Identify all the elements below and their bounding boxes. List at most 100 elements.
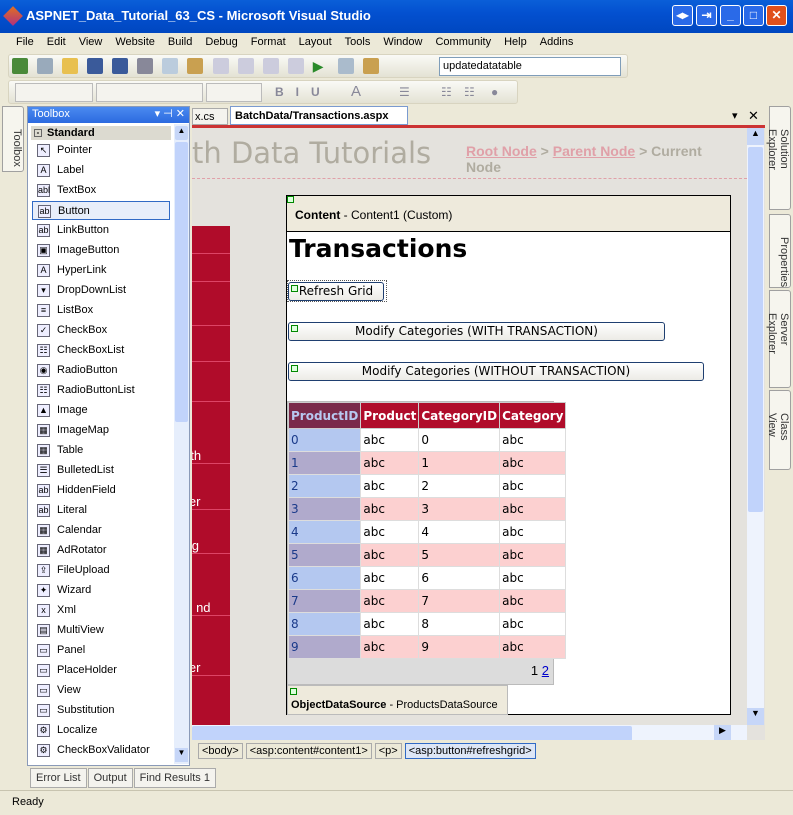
- toolbox-item-textbox[interactable]: abl TextBox: [32, 181, 170, 200]
- toolbox-item-fileupload[interactable]: ⇪ FileUpload: [32, 561, 170, 580]
- menu-debug[interactable]: Debug: [205, 36, 237, 48]
- right-tab-properties[interactable]: Properties: [769, 214, 791, 288]
- toolbox-item-xml[interactable]: x Xml: [32, 601, 170, 620]
- toolbox-controls[interactable]: ▾ ⊣ ✕: [155, 107, 185, 120]
- hyperlink-icon[interactable]: ●: [491, 85, 498, 99]
- undo-icon[interactable]: [212, 58, 229, 74]
- close-button[interactable]: ✕: [766, 5, 787, 26]
- toolbox-item-literal[interactable]: ab Literal: [32, 501, 170, 520]
- menu-file[interactable]: File: [16, 36, 34, 48]
- toolbox-scrollbar[interactable]: ▲ ▼: [174, 124, 189, 764]
- font-size-combo[interactable]: [206, 83, 262, 102]
- save-all-icon[interactable]: [112, 58, 129, 74]
- exit-icon[interactable]: ⇥: [696, 5, 717, 26]
- toolbox-item-imagebutton[interactable]: ▣ ImageButton: [32, 241, 170, 260]
- editor-vertical-scrollbar[interactable]: ▲ ▼: [747, 128, 764, 725]
- smart-tag-icon[interactable]: [287, 196, 294, 203]
- block-format-combo[interactable]: [15, 83, 93, 102]
- toolbox-item-bulletedlist[interactable]: ☰ BulletedList: [32, 461, 170, 480]
- bulleted-list-icon[interactable]: ☷: [441, 85, 452, 99]
- breadcrumb-root[interactable]: Root Node: [466, 143, 537, 159]
- sidebar-nav-item[interactable]: ater: [192, 464, 230, 510]
- pager-page-2-link[interactable]: 2: [542, 663, 549, 678]
- bottom-tab-find-results-1[interactable]: Find Results 1: [133, 768, 216, 788]
- numbered-list-icon[interactable]: ☷: [464, 85, 475, 99]
- toolbox-item-dropdownlist[interactable]: ▾ DropDownList: [32, 281, 170, 300]
- navigate-forward-icon[interactable]: [287, 58, 304, 74]
- close-document-icon[interactable]: ✕: [748, 108, 759, 124]
- toolbox-item-adrotator[interactable]: ▦ AdRotator: [32, 541, 170, 560]
- breadcrumb-parent[interactable]: Parent Node: [553, 143, 635, 159]
- menu-window[interactable]: Window: [383, 36, 422, 48]
- modify-with-transaction-button[interactable]: Modify Categories (WITH TRANSACTION): [288, 322, 665, 341]
- font-name-combo[interactable]: [96, 83, 203, 102]
- toolbox-item-linkbutton[interactable]: ab LinkButton: [32, 221, 170, 240]
- menu-edit[interactable]: Edit: [47, 36, 66, 48]
- toolbox-item-label[interactable]: A Label: [32, 161, 170, 180]
- toolbox-item-checkbox[interactable]: ✓ CheckBox: [32, 321, 170, 340]
- sidebar-nav-item[interactable]: ater: [192, 616, 230, 676]
- menu-community[interactable]: Community: [435, 36, 491, 48]
- column-header-category[interactable]: Category: [499, 402, 567, 429]
- menu-view[interactable]: View: [79, 36, 103, 48]
- add-item-icon[interactable]: [37, 58, 54, 74]
- toolbox-item-checkboxvalidator[interactable]: ⚙ CheckBoxValidator: [32, 741, 170, 760]
- right-tab-solution-explorer[interactable]: Solution Explorer: [766, 106, 791, 210]
- copy-icon[interactable]: [162, 58, 179, 74]
- collapse-icon[interactable]: -: [34, 129, 42, 137]
- toolbox-item-hyperlink[interactable]: A HyperLink: [32, 261, 170, 280]
- bottom-tab-output[interactable]: Output: [87, 768, 133, 788]
- restore-tile-icon[interactable]: ◂▸: [672, 5, 693, 26]
- sidebar-nav-item[interactable]: [192, 362, 230, 402]
- toolbox-item-view[interactable]: ▭ View: [32, 681, 170, 700]
- cut-icon[interactable]: [137, 58, 154, 74]
- sidebar-nav-item[interactable]: [192, 226, 230, 254]
- tab-transactions-aspx[interactable]: BatchData/Transactions.aspx: [230, 106, 408, 125]
- toolbox-item-image[interactable]: ▲ Image: [32, 401, 170, 420]
- menu-build[interactable]: Build: [168, 36, 192, 48]
- sidebar-nav-item[interactable]: [192, 254, 230, 282]
- right-tab-server-explorer[interactable]: Server Explorer: [766, 290, 791, 388]
- navigate-back-icon[interactable]: [262, 58, 279, 74]
- toolbox-item-calendar[interactable]: ▦ Calendar: [32, 521, 170, 540]
- toolbox-item-panel[interactable]: ▭ Panel: [32, 641, 170, 660]
- toolbox-item-table[interactable]: ▦ Table: [32, 441, 170, 460]
- find-combo[interactable]: updatedatatable: [439, 57, 621, 76]
- column-header-productid[interactable]: ProductID: [287, 402, 362, 429]
- tag-path-item[interactable]: <asp:button#refreshgrid>: [404, 743, 536, 759]
- menu-help[interactable]: Help: [504, 36, 527, 48]
- tag-path-item[interactable]: <asp:content#content1>: [245, 743, 372, 759]
- toolbox-item-substitution[interactable]: ▭ Substitution: [32, 701, 170, 720]
- objectdatasource-control[interactable]: ObjectDataSource - ProductsDataSource: [287, 685, 508, 715]
- sidebar-nav-item[interactable]: ng nd: [192, 554, 230, 616]
- toolbox-strip-tab[interactable]: Toolbox: [2, 106, 24, 172]
- toolbox-item-button[interactable]: ab Button: [32, 201, 170, 220]
- tag-path-item[interactable]: <p>: [374, 743, 402, 759]
- toolbox-item-radiobutton[interactable]: ◉ RadioButton: [32, 361, 170, 380]
- column-header-product[interactable]: Product: [360, 402, 420, 429]
- refresh-grid-button[interactable]: Refresh Grid: [288, 282, 384, 301]
- align-icon[interactable]: ☰: [399, 85, 410, 99]
- tag-path-item[interactable]: <body>: [198, 743, 243, 759]
- toolbox-item-checkboxlist[interactable]: ☷ CheckBoxList: [32, 341, 170, 360]
- menu-addins[interactable]: Addins: [540, 36, 574, 48]
- minimize-button[interactable]: _: [720, 5, 741, 26]
- right-tab-class-view[interactable]: Class View: [766, 390, 791, 470]
- column-header-categoryid[interactable]: CategoryID: [418, 402, 501, 429]
- toolbox-item-placeholder[interactable]: ▭ PlaceHolder: [32, 661, 170, 680]
- new-website-icon[interactable]: [12, 58, 28, 74]
- sidebar-nav-item[interactable]: with: [192, 402, 230, 464]
- menu-layout[interactable]: Layout: [299, 36, 332, 48]
- open-icon[interactable]: [62, 58, 79, 74]
- tab-code-behind[interactable]: x.cs: [192, 108, 228, 125]
- start-debug-icon[interactable]: ▶: [313, 58, 329, 74]
- maximize-button[interactable]: □: [743, 5, 764, 26]
- toolbox-item-wizard[interactable]: ✦ Wizard: [32, 581, 170, 600]
- fore-color-icon[interactable]: A: [351, 83, 361, 100]
- toolbox-item-imagemap[interactable]: ▦ ImageMap: [32, 421, 170, 440]
- menu-format[interactable]: Format: [251, 36, 286, 48]
- toolbox-group-standard[interactable]: - Standard: [31, 126, 171, 140]
- editor-horizontal-scrollbar[interactable]: ▶: [192, 725, 747, 740]
- toolbox-item-listbox[interactable]: ≡ ListBox: [32, 301, 170, 320]
- tab-list-icon[interactable]: ▾: [732, 109, 738, 122]
